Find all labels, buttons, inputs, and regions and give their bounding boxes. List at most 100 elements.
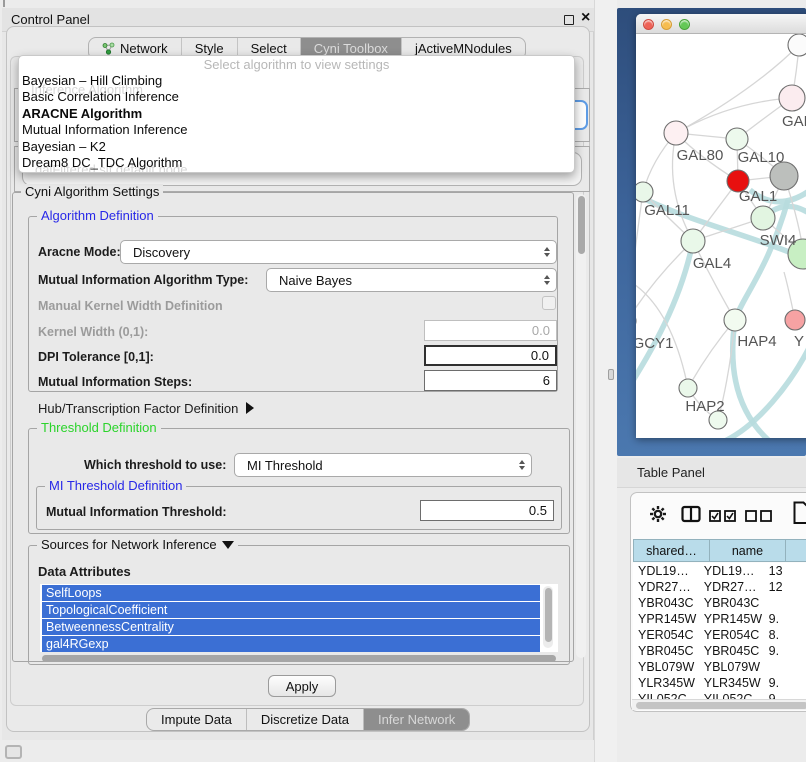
expand-right-icon xyxy=(246,402,254,414)
cyni-algorithm-settings-legend: Cyni Algorithm Settings xyxy=(21,184,163,199)
manual-kernel-checkbox[interactable] xyxy=(542,296,556,310)
dropdown-item-mutual-information[interactable]: Mutual Information Inference xyxy=(19,122,574,138)
column-header-partial[interactable]: A xyxy=(786,539,806,562)
mi-threshold-input[interactable]: 0.5 xyxy=(420,500,554,521)
which-threshold-select[interactable]: MI Threshold xyxy=(234,453,532,477)
mi-type-select[interactable]: Naive Bayes xyxy=(266,268,557,292)
stepper-icon xyxy=(519,460,525,470)
network-graph-canvas[interactable]: GALGAL80GAL10GAL1GAL11GAL4SWI4GCY1HAP4YH… xyxy=(636,34,806,438)
dropdown-item-aracne[interactable]: ARACNE Algorithm xyxy=(19,106,574,122)
minimize-window-button[interactable] xyxy=(661,19,672,30)
table-row[interactable]: YLR345WYLR345W9. xyxy=(633,675,806,691)
table-panel-titlebar: Table Panel xyxy=(617,458,806,488)
dpi-tolerance-input[interactable]: 0.0 xyxy=(424,345,557,366)
checked-boxes-icon[interactable] xyxy=(709,510,737,522)
table-panel: shared… name A YDL19…YDL19…13 YDR27…YDR2… xyxy=(630,492,806,712)
table-row[interactable]: YPR145WYPR145W9. xyxy=(633,611,806,627)
mi-threshold-label: Mutual Information Threshold: xyxy=(46,505,227,519)
network-edge[interactable] xyxy=(693,241,735,320)
bottom-tab-infer-network[interactable]: Infer Network xyxy=(364,709,469,730)
attribute-item-selfloops[interactable]: SelfLoops xyxy=(42,585,540,601)
split-columns-icon[interactable] xyxy=(681,505,701,523)
network-node-hap4[interactable] xyxy=(724,309,746,331)
dpi-tolerance-label: DPI Tolerance [0,1]: xyxy=(38,350,154,364)
hub-section-toggle[interactable]: Hub/Transcription Factor Definition xyxy=(38,401,254,416)
network-node-gal80[interactable] xyxy=(664,121,688,145)
unchecked-boxes-icon[interactable] xyxy=(745,510,773,522)
attribute-list: SelfLoops TopologicalCoefficient Between… xyxy=(40,584,558,652)
minimized-panel-icon[interactable] xyxy=(5,745,22,759)
network-icon xyxy=(102,42,115,55)
threshold-definition-legend: Threshold Definition xyxy=(37,420,161,435)
network-node[interactable] xyxy=(751,206,775,230)
attribute-item-betweennesscentrality[interactable]: BetweennessCentrality xyxy=(42,619,540,635)
network-node-gal4[interactable] xyxy=(681,229,705,253)
network-node[interactable] xyxy=(709,411,727,429)
table-hscrollbar-thumb[interactable] xyxy=(636,702,806,709)
column-header-name[interactable]: name xyxy=(710,539,786,562)
network-edge[interactable] xyxy=(636,241,693,392)
attribute-item-gal4rgexp[interactable]: gal4RGexp xyxy=(42,636,540,652)
float-panel-icon[interactable] xyxy=(564,15,574,25)
dropdown-placeholder: Select algorithm to view settings xyxy=(19,57,574,72)
network-node-label: Y xyxy=(794,333,804,350)
attribute-list-scrollbar-thumb[interactable] xyxy=(545,588,552,642)
table-row[interactable]: YIL052CYIL052C9. xyxy=(633,691,806,699)
dropdown-item-basic-correlation[interactable]: Basic Correlation Inference xyxy=(19,89,574,105)
table-hscrollbar-track[interactable] xyxy=(632,699,806,710)
table-row[interactable]: YBR045CYBR045C9. xyxy=(633,643,806,659)
table-row[interactable]: YBL079WYBL079W xyxy=(633,659,806,675)
network-edge[interactable] xyxy=(688,320,735,388)
dropdown-item-bayesian-k2[interactable]: Bayesian – K2 xyxy=(19,139,574,155)
network-node-gal10[interactable] xyxy=(726,128,748,150)
stepper-icon xyxy=(544,275,550,285)
attribute-item-topologicalcoefficient[interactable]: TopologicalCoefficient xyxy=(42,602,540,618)
network-node-gal[interactable] xyxy=(779,85,805,111)
network-node[interactable] xyxy=(770,162,798,190)
network-edge[interactable] xyxy=(676,45,799,133)
gear-icon[interactable] xyxy=(649,505,667,523)
tab-network-label: Network xyxy=(120,41,168,56)
settings-scrollbar-thumb[interactable] xyxy=(578,196,585,254)
attribute-list-scrollbar-track[interactable] xyxy=(543,586,553,648)
panel-splitter[interactable] xyxy=(594,0,617,762)
close-panel-icon[interactable]: × xyxy=(581,9,590,27)
table-row[interactable]: YDR27…YDR27…12 xyxy=(633,579,806,595)
mi-steps-input[interactable]: 6 xyxy=(424,370,557,391)
zoom-window-button[interactable] xyxy=(679,19,690,30)
table-row[interactable]: YDL19…YDL19…13 xyxy=(633,563,806,579)
dropdown-item-bayesian-hill-climbing[interactable]: Bayesian – Hill Climbing xyxy=(19,73,574,89)
settings-scrollbar-track[interactable] xyxy=(576,194,586,658)
sources-legend[interactable]: Sources for Network Inference xyxy=(37,537,238,552)
aracne-mode-select[interactable]: Discovery xyxy=(120,240,557,264)
splitter-handle[interactable] xyxy=(608,369,614,380)
data-attributes-label: Data Attributes xyxy=(38,564,131,579)
dropdown-item-list: Bayesian – Hill Climbing Basic Correlati… xyxy=(19,73,574,171)
network-window: GALGAL80GAL10GAL1GAL11GAL4SWI4GCY1HAP4YH… xyxy=(636,14,806,438)
network-edge[interactable] xyxy=(676,98,792,133)
network-node-y[interactable] xyxy=(785,310,805,330)
screen: Control Panel × Network Style Select Cyn… xyxy=(0,0,806,762)
network-node-label: GAL4 xyxy=(693,255,731,272)
apply-button[interactable]: Apply xyxy=(268,675,336,697)
network-window-titlebar[interactable] xyxy=(636,14,806,34)
table-row[interactable]: YER054CYER054C8. xyxy=(633,627,806,643)
kernel-width-input[interactable]: 0.0 xyxy=(424,320,557,341)
close-window-button[interactable] xyxy=(643,19,654,30)
algorithm-dropdown: Inference Algorithm galFiltered.sif defa… xyxy=(18,55,575,173)
document-icon[interactable] xyxy=(793,501,806,525)
table-row[interactable]: YBR043CYBR043C xyxy=(633,595,806,611)
table-panel-title: Table Panel xyxy=(637,465,705,480)
algorithm-definition-legend: Algorithm Definition xyxy=(37,208,158,223)
network-node-hap2[interactable] xyxy=(679,379,697,397)
network-node-gal11[interactable] xyxy=(636,182,653,202)
bottom-tab-impute-data[interactable]: Impute Data xyxy=(147,709,247,730)
bottom-tab-discretize-data[interactable]: Discretize Data xyxy=(247,709,364,730)
network-node-label: GAL11 xyxy=(644,202,690,219)
column-header-shared-name[interactable]: shared… xyxy=(633,539,710,562)
dropdown-item-dream8[interactable]: Dream8 DC_TDC Algorithm xyxy=(19,155,574,171)
mi-steps-label: Mutual Information Steps: xyxy=(38,375,192,389)
settings-hscrollbar-thumb[interactable] xyxy=(42,655,556,662)
network-node[interactable] xyxy=(788,34,806,56)
network-node-label: SWI4 xyxy=(760,232,797,249)
